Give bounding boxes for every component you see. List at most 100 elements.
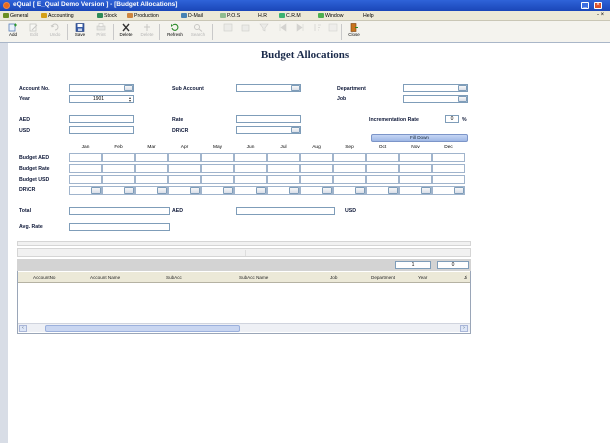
drcr-cell-mar[interactable] — [135, 186, 168, 195]
drcr-cell-may[interactable] — [201, 186, 234, 195]
menu-dmail[interactable]: D-Mail — [181, 12, 203, 20]
budget-usd-cell-oct[interactable] — [366, 175, 399, 184]
menu-crm[interactable]: C.R.M — [279, 12, 301, 20]
budget-rate-cell-jun[interactable] — [234, 164, 267, 173]
menu-stock[interactable]: Stock — [97, 12, 117, 20]
budget-usd-cell-jul[interactable] — [267, 175, 300, 184]
minimize-button[interactable]: _ — [581, 2, 589, 9]
scroll-thumb[interactable] — [45, 325, 240, 332]
budget-rate-cell-sep[interactable] — [333, 164, 366, 173]
budget-rate-cell-oct[interactable] — [366, 164, 399, 173]
delete-all-button[interactable]: Delete — [137, 22, 157, 42]
menu-help[interactable]: Help — [363, 12, 374, 20]
budget-aed-cell-mar[interactable] — [135, 153, 168, 162]
menu-accounting[interactable]: Accounting — [41, 12, 74, 20]
account-no-dropdown-button[interactable] — [124, 85, 133, 91]
budget-rate-cell-may[interactable] — [201, 164, 234, 173]
page-number-field[interactable]: 1 — [395, 261, 431, 269]
budget-rate-cell-mar[interactable] — [135, 164, 168, 173]
drcr-cell-sep[interactable] — [333, 186, 366, 195]
spin-arrows-icon[interactable]: ▴ ▾ — [128, 96, 132, 103]
budget-aed-cell-jan[interactable] — [69, 153, 102, 162]
search-button[interactable]: Search — [188, 22, 208, 42]
save-button[interactable]: Save — [70, 22, 90, 42]
budget-aed-cell-nov[interactable] — [399, 153, 432, 162]
menu-production[interactable]: Production — [127, 12, 159, 20]
drcr-dropdown-button[interactable] — [91, 187, 101, 194]
budget-usd-cell-jan[interactable] — [69, 175, 102, 184]
budget-usd-cell-dec[interactable] — [432, 175, 465, 184]
department-field[interactable] — [403, 84, 468, 92]
drcr-cell-aug[interactable] — [300, 186, 333, 195]
menu-general[interactable]: General — [3, 12, 28, 20]
budget-usd-cell-sep[interactable] — [333, 175, 366, 184]
menu-hr[interactable]: H.R — [258, 12, 267, 20]
budget-usd-cell-jun[interactable] — [234, 175, 267, 184]
budget-aed-cell-sep[interactable] — [333, 153, 366, 162]
drcr-dropdown-button[interactable] — [124, 187, 134, 194]
drcr-cell-apr[interactable] — [168, 186, 201, 195]
add-button[interactable]: Add — [3, 22, 23, 42]
drcr-field[interactable] — [236, 126, 301, 134]
budget-aed-cell-aug[interactable] — [300, 153, 333, 162]
budget-usd-cell-mar[interactable] — [135, 175, 168, 184]
menu-window[interactable]: Window — [318, 12, 343, 20]
budget-aed-cell-apr[interactable] — [168, 153, 201, 162]
drcr-dropdown-button[interactable] — [289, 187, 299, 194]
mdi-window-controls[interactable]: - × — [597, 11, 604, 20]
budget-usd-cell-aug[interactable] — [300, 175, 333, 184]
drcr-dropdown-button[interactable] — [190, 187, 200, 194]
budget-rate-cell-feb[interactable] — [102, 164, 135, 173]
budget-usd-cell-apr[interactable] — [168, 175, 201, 184]
scroll-right-icon[interactable]: › — [460, 325, 468, 332]
budget-aed-cell-oct[interactable] — [366, 153, 399, 162]
budget-usd-cell-feb[interactable] — [102, 175, 135, 184]
drcr-dropdown-button[interactable] — [355, 187, 365, 194]
drcr-dropdown-button[interactable] — [223, 187, 233, 194]
aed-field[interactable] — [69, 115, 134, 123]
budget-rate-cell-dec[interactable] — [432, 164, 465, 173]
sub-account-field[interactable] — [236, 84, 301, 92]
account-no-field[interactable] — [69, 84, 134, 92]
drcr-dropdown-button[interactable] — [256, 187, 266, 194]
total-aed-field[interactable] — [236, 207, 335, 215]
col-header-ji[interactable]: Ji — [464, 272, 467, 283]
sub-account-dropdown-button[interactable] — [291, 85, 300, 91]
budget-usd-cell-nov[interactable] — [399, 175, 432, 184]
drcr-cell-dec[interactable] — [432, 186, 465, 195]
avg-rate-field[interactable] — [69, 223, 170, 231]
drcr-dropdown-button[interactable] — [454, 187, 464, 194]
fill-down-button[interactable]: Fill Down — [371, 134, 468, 142]
budget-rate-cell-apr[interactable] — [168, 164, 201, 173]
print-button[interactable]: Print — [91, 22, 111, 42]
delete-button[interactable]: Delete — [116, 22, 136, 42]
undo-button[interactable]: Undo — [45, 22, 65, 42]
usd-field[interactable] — [69, 126, 134, 134]
drcr-dropdown-button[interactable] — [421, 187, 431, 194]
edit-button[interactable]: Edit — [24, 22, 44, 42]
budget-aed-cell-jul[interactable] — [267, 153, 300, 162]
menu-pos[interactable]: P.O.S — [220, 12, 240, 20]
budget-rate-cell-jan[interactable] — [69, 164, 102, 173]
list-button[interactable] — [323, 22, 343, 42]
refresh-button[interactable]: Refresh — [165, 22, 185, 42]
drcr-cell-jul[interactable] — [267, 186, 300, 195]
budget-aed-cell-jun[interactable] — [234, 153, 267, 162]
export-button[interactable] — [236, 22, 256, 42]
close-window-button[interactable]: × — [594, 2, 602, 9]
horizontal-scrollbar[interactable]: ‹ › — [18, 323, 470, 332]
drcr-cell-oct[interactable] — [366, 186, 399, 195]
job-dropdown-button[interactable] — [458, 96, 467, 102]
drcr-dropdown-button[interactable] — [157, 187, 167, 194]
col-header-year[interactable]: Year — [418, 272, 427, 283]
scroll-left-icon[interactable]: ‹ — [19, 325, 27, 332]
filter-button[interactable] — [254, 22, 274, 42]
col-header-job[interactable]: Job — [330, 272, 337, 283]
budget-aed-cell-feb[interactable] — [102, 153, 135, 162]
drcr-cell-jan[interactable] — [69, 186, 102, 195]
report-button[interactable] — [218, 22, 238, 42]
budget-rate-cell-aug[interactable] — [300, 164, 333, 173]
drcr-cell-jun[interactable] — [234, 186, 267, 195]
col-header-accountno[interactable]: AccountNo — [33, 272, 55, 283]
budget-rate-cell-jul[interactable] — [267, 164, 300, 173]
